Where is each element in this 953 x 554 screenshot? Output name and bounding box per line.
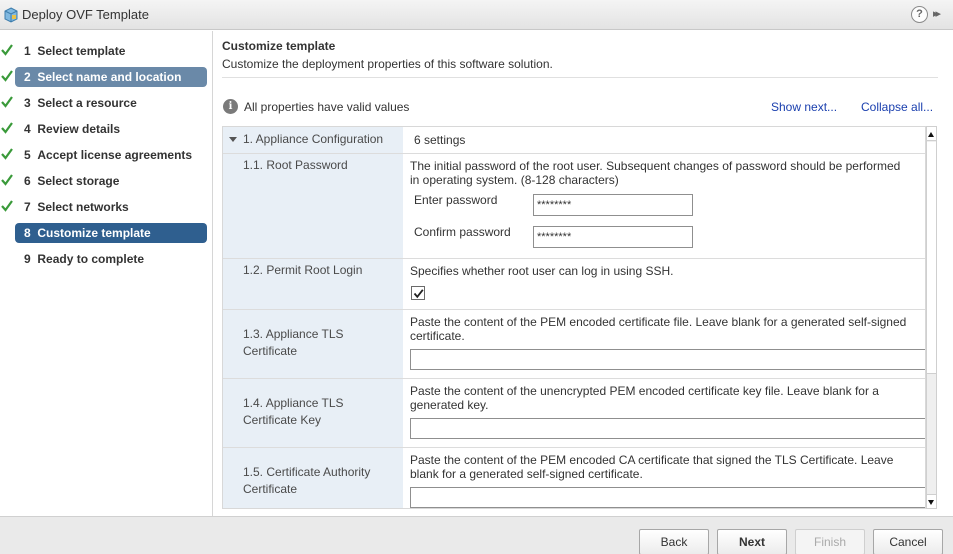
info-icon: i	[223, 99, 238, 114]
page-title: Customize template	[222, 39, 336, 53]
step-accept-license-agreements[interactable]: 5 Accept license agreements	[0, 145, 213, 165]
row-divider	[223, 258, 925, 259]
step-review-details[interactable]: 4 Review details	[0, 119, 213, 139]
ca-certificate-input[interactable]	[410, 487, 925, 508]
next-button[interactable]: Next	[717, 529, 787, 554]
tls-key-desc-2: generated key.	[410, 398, 489, 412]
group-settings-count: 6 settings	[414, 133, 466, 147]
ca-certificate-desc-1: Paste the content of the PEM encoded CA …	[410, 453, 894, 467]
vertical-scrollbar[interactable]	[926, 126, 937, 509]
properties-grid: 1. Appliance Configuration 6 settings 1.…	[222, 126, 926, 509]
window-title: Deploy OVF Template	[22, 7, 149, 22]
ca-certificate-label-2: Certificate	[243, 482, 298, 496]
step-select-template[interactable]: 1 Select template	[0, 41, 213, 61]
checkmark-icon	[1, 148, 13, 160]
checkmark-icon	[1, 174, 13, 186]
enter-password-label: Enter password	[414, 193, 498, 207]
step-customize-template[interactable]: 8 Customize template	[0, 223, 213, 243]
tls-certificate-desc-2: certificate.	[410, 329, 465, 343]
finish-button: Finish	[795, 529, 865, 554]
row-divider	[223, 447, 925, 448]
scroll-up-arrow-icon[interactable]	[927, 127, 936, 141]
checkmark-icon	[1, 122, 13, 134]
checkmark-icon	[1, 70, 13, 82]
step-label: 4 Review details	[24, 122, 121, 136]
tls-key-label-2: Certificate Key	[243, 413, 322, 427]
confirm-password-label: Confirm password	[414, 225, 511, 239]
checkmark-icon	[1, 96, 13, 108]
tls-certificate-label-1: 1.3. Appliance TLS	[243, 327, 344, 341]
row-divider	[223, 309, 925, 310]
help-icon[interactable]: ?	[911, 6, 928, 23]
title-bar: Deploy OVF Template ? ▸▸	[0, 0, 953, 30]
step-select-name-and-location[interactable]: 2 Select name and location	[0, 67, 213, 87]
ca-certificate-desc-2: blank for a generated self-signed certif…	[410, 467, 643, 481]
step-label: 1 Select template	[24, 44, 126, 58]
cancel-button[interactable]: Cancel	[873, 529, 943, 554]
ca-certificate-label-1: 1.5. Certificate Authority	[243, 465, 371, 479]
collapse-triangle-icon[interactable]	[229, 137, 237, 142]
checkmark-icon	[1, 44, 13, 56]
root-password-label: 1.1. Root Password	[243, 158, 348, 172]
row-divider	[223, 378, 925, 379]
back-button[interactable]: Back	[639, 529, 709, 554]
permit-root-login-desc: Specifies whether root user can log in u…	[410, 264, 674, 278]
collapse-all-link[interactable]: Collapse all...	[861, 100, 933, 114]
tls-key-desc-1: Paste the content of the unencrypted PEM…	[410, 384, 879, 398]
step-label: 2 Select name and location	[15, 67, 207, 87]
step-select-networks[interactable]: 7 Select networks	[0, 197, 213, 217]
step-label: 3 Select a resource	[24, 96, 137, 110]
tls-key-label-1: 1.4. Appliance TLS	[243, 396, 344, 410]
tls-key-input[interactable]	[410, 418, 925, 439]
ovf-template-icon	[4, 7, 18, 23]
enter-password-input[interactable]	[533, 194, 693, 216]
root-password-desc-1: The initial password of the root user. S…	[410, 159, 901, 173]
wizard-footer: Back Next Finish Cancel	[0, 516, 953, 554]
step-label: 5 Accept license agreements	[24, 148, 193, 162]
divider	[222, 77, 938, 78]
step-label: 8 Customize template	[15, 223, 207, 243]
row-divider	[223, 153, 925, 154]
show-next-link[interactable]: Show next...	[771, 100, 837, 114]
step-label: 9 Ready to complete	[24, 252, 145, 266]
page-subtitle: Customize the deployment properties of t…	[222, 57, 553, 71]
scroll-down-arrow-icon[interactable]	[927, 494, 936, 508]
step-select-a-resource[interactable]: 3 Select a resource	[0, 93, 213, 113]
step-label: 7 Select networks	[24, 200, 129, 214]
check-icon	[413, 289, 424, 299]
tls-certificate-desc-1: Paste the content of the PEM encoded cer…	[410, 315, 907, 329]
confirm-password-input[interactable]	[533, 226, 693, 248]
wizard-steps: 1 Select template 2 Select name and loca…	[0, 31, 213, 516]
label-column	[223, 127, 403, 508]
step-ready-to-complete: 9 Ready to complete	[0, 249, 213, 269]
tls-certificate-input[interactable]	[410, 349, 925, 370]
step-label: 6 Select storage	[24, 174, 120, 188]
step-select-storage[interactable]: 6 Select storage	[0, 171, 213, 191]
group-label[interactable]: 1. Appliance Configuration	[243, 131, 383, 148]
expand-forward-icon[interactable]: ▸▸	[933, 6, 949, 22]
tls-certificate-label-2: Certificate	[243, 344, 298, 358]
validity-status: All properties have valid values	[244, 100, 410, 114]
scroll-thumb[interactable]	[927, 142, 936, 374]
permit-root-login-checkbox[interactable]	[411, 286, 425, 300]
permit-root-login-label: 1.2. Permit Root Login	[243, 263, 363, 277]
root-password-desc-2: in operating system. (8-128 characters)	[410, 173, 619, 187]
checkmark-icon	[1, 200, 13, 212]
